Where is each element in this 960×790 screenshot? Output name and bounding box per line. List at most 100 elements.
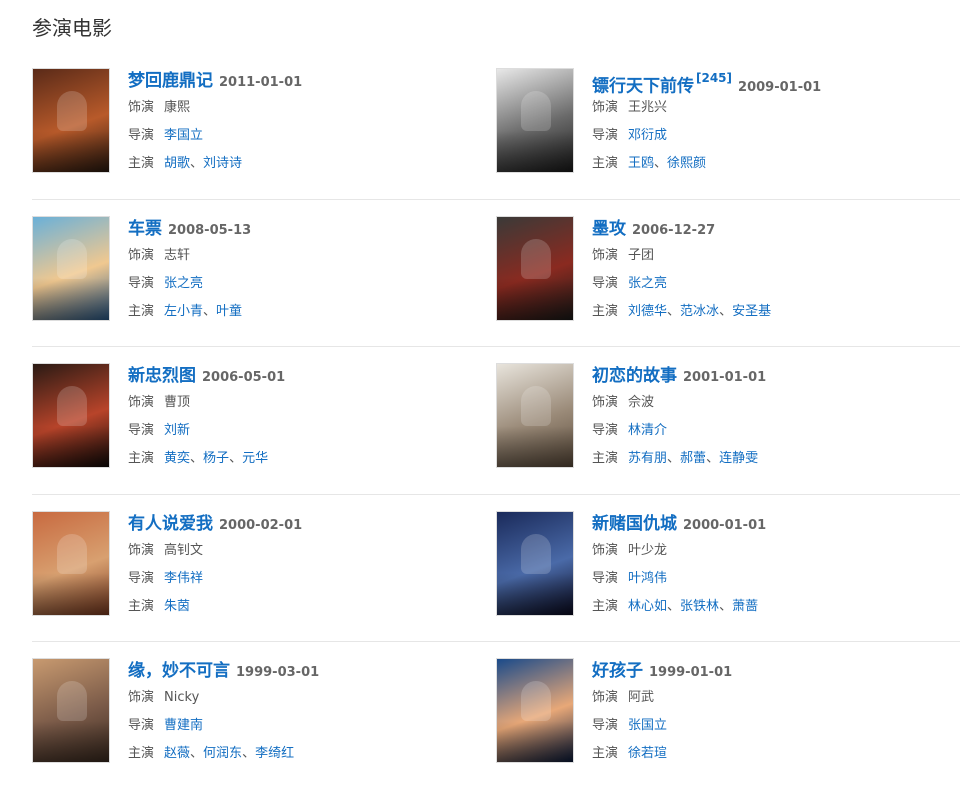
cast-member-link[interactable]: 刘诗诗: [203, 156, 242, 171]
citation-link[interactable]: [245]: [696, 71, 732, 85]
cast-member-link[interactable]: 刘德华: [628, 304, 667, 319]
cast-line: 主演 朱茵: [128, 593, 302, 621]
cast-label: 主演: [592, 303, 619, 319]
cast-member-link[interactable]: 叶童: [216, 304, 242, 319]
role-label: 饰演: [592, 395, 619, 410]
cast-member-link[interactable]: 郝蕾: [680, 451, 706, 466]
cast-line: 主演 林心如、张铁林、萧蔷: [592, 593, 766, 621]
director-link[interactable]: 张之亮: [628, 276, 667, 291]
director-link[interactable]: 李伟祥: [164, 571, 203, 586]
film-date: 1999-01-01: [649, 665, 733, 680]
film-title-link[interactable]: 新忠烈图: [128, 366, 196, 386]
film-title-line: 墨攻 2006-12-27: [592, 216, 771, 242]
film-poster[interactable]: [496, 68, 574, 173]
cast-member-link[interactable]: 王鸥: [628, 156, 654, 171]
poster-shade: [497, 425, 573, 467]
film-poster[interactable]: [496, 363, 574, 468]
film-title-link[interactable]: 梦回鹿鼎记: [128, 71, 213, 91]
film-info: 新忠烈图 2006-05-01 饰演 曹顶 导演 刘新 主演 黄奕、杨子、元华: [128, 363, 285, 494]
film-info: 新赌国仇城 2000-01-01 饰演 叶少龙 导演 叶鸿伟 主演 林心如、张铁林、萧蔷: [592, 511, 766, 642]
director-link[interactable]: 曹建南: [164, 718, 203, 733]
poster-shade: [497, 573, 573, 615]
cast-line: 主演 胡歌、刘诗诗: [128, 150, 302, 178]
cast-separator: 、: [190, 746, 204, 761]
film-title-line: 好孩子 1999-01-01: [592, 658, 732, 684]
film-title-link[interactable]: 墨攻: [592, 219, 626, 239]
cast-label: 主演: [592, 746, 619, 761]
cast-member-link[interactable]: 萧蔷: [732, 599, 758, 614]
role-line: 饰演 叶少龙: [592, 537, 766, 565]
poster-figure: [521, 386, 551, 426]
poster-shade: [33, 425, 109, 467]
cast-member-link[interactable]: 连静雯: [719, 451, 758, 466]
film-card: 墨攻 2006-12-27 饰演 子团 导演 张之亮 主演 刘德华、范冰冰、安圣基: [496, 200, 960, 347]
film-row: 车票 2008-05-13 饰演 志轩 导演 张之亮 主演 左小青、叶童 墨攻 2006-12-2…: [32, 200, 960, 347]
film-date: 2008-05-13: [168, 222, 252, 238]
director-label: 导演: [128, 423, 155, 438]
film-poster[interactable]: [32, 658, 110, 763]
director-line: 导演 曹建南: [128, 712, 319, 740]
role-line: 饰演 阿武: [592, 684, 732, 712]
film-title-line: 新忠烈图 2006-05-01: [128, 363, 285, 389]
poster-figure: [57, 386, 87, 426]
cast-member-link[interactable]: 范冰冰: [680, 304, 719, 319]
film-poster[interactable]: [496, 658, 574, 763]
cast-member-link[interactable]: 苏有朋: [628, 451, 667, 466]
director-label: 导演: [128, 718, 155, 733]
cast-label: 主演: [128, 746, 155, 761]
director-link[interactable]: 李国立: [164, 128, 203, 143]
section-title: 参演电影: [32, 16, 112, 40]
cast-line: 主演 赵薇、何润东、李绮红: [128, 740, 319, 768]
role-value: 叶少龙: [628, 542, 668, 558]
film-info: 好孩子 1999-01-01 饰演 阿武 导演 张国立 主演 徐若瑄: [592, 658, 732, 790]
role-label: 饰演: [128, 247, 155, 263]
cast-member-link[interactable]: 朱茵: [164, 599, 190, 614]
director-link[interactable]: 张国立: [628, 718, 667, 733]
film-title-link[interactable]: 有人说爱我: [128, 514, 213, 534]
film-title-link[interactable]: 初恋的故事: [592, 366, 677, 386]
cast-member-link[interactable]: 何润东: [203, 746, 242, 761]
film-title-link[interactable]: 新赌国仇城: [592, 514, 677, 534]
cast-member-link[interactable]: 胡歌: [164, 156, 190, 171]
cast-member-link[interactable]: 徐若瑄: [628, 746, 667, 761]
cast-label: 主演: [592, 451, 619, 466]
role-value: 子团: [628, 247, 655, 263]
film-card: 车票 2008-05-13 饰演 志轩 导演 张之亮 主演 左小青、叶童: [32, 200, 496, 347]
cast-member-link[interactable]: 元华: [242, 451, 268, 466]
cast-member-link[interactable]: 左小青: [164, 304, 203, 319]
cast-member-link[interactable]: 李绮红: [255, 746, 294, 761]
role-label: 饰演: [128, 542, 155, 558]
cast-member-link[interactable]: 安圣基: [732, 304, 771, 319]
film-row: 梦回鹿鼎记 2011-01-01 饰演 康熙 导演 李国立 主演 胡歌、刘诗诗 镖行天下前传 [2…: [32, 52, 960, 200]
poster-shade: [497, 278, 573, 320]
film-poster[interactable]: [496, 215, 574, 321]
director-link[interactable]: 张之亮: [164, 276, 203, 291]
film-info: 梦回鹿鼎记 2011-01-01 饰演 康熙 导演 李国立 主演 胡歌、刘诗诗: [128, 68, 302, 199]
film-poster[interactable]: [32, 215, 110, 321]
cast-member-link[interactable]: 赵薇: [164, 746, 190, 761]
film-title-link[interactable]: 缘，妙不可言: [128, 661, 230, 681]
poster-figure: [521, 681, 551, 721]
film-card: 梦回鹿鼎记 2011-01-01 饰演 康熙 导演 李国立 主演 胡歌、刘诗诗: [32, 52, 496, 199]
director-link[interactable]: 林清介: [628, 423, 667, 438]
film-title-link[interactable]: 车票: [128, 219, 162, 239]
cast-member-link[interactable]: 张铁林: [680, 599, 719, 614]
director-link[interactable]: 刘新: [164, 423, 190, 438]
cast-line: 主演 黄奕、杨子、元华: [128, 445, 285, 473]
film-poster[interactable]: [32, 68, 110, 173]
cast-member-link[interactable]: 黄奕: [164, 451, 190, 466]
film-title-line: 缘，妙不可言 1999-03-01: [128, 658, 319, 684]
film-poster[interactable]: [32, 363, 110, 468]
director-line: 导演 刘新: [128, 417, 285, 445]
director-link[interactable]: 邓衍成: [628, 128, 667, 143]
cast-member-link[interactable]: 杨子: [203, 451, 229, 466]
film-poster[interactable]: [496, 510, 574, 616]
cast-member-link[interactable]: 徐熙颜: [667, 156, 706, 171]
film-poster[interactable]: [32, 510, 110, 616]
director-link[interactable]: 叶鸿伟: [628, 571, 667, 586]
cast-member-link[interactable]: 林心如: [628, 599, 667, 614]
film-title-link[interactable]: 好孩子: [592, 661, 643, 681]
role-label: 饰演: [128, 100, 155, 115]
film-info: 墨攻 2006-12-27 饰演 子团 导演 张之亮 主演 刘德华、范冰冰、安圣基: [592, 216, 771, 347]
film-row: 有人说爱我 2000-02-01 饰演 高钊文 导演 李伟祥 主演 朱茵 新赌国仇城 2000-0…: [32, 495, 960, 642]
